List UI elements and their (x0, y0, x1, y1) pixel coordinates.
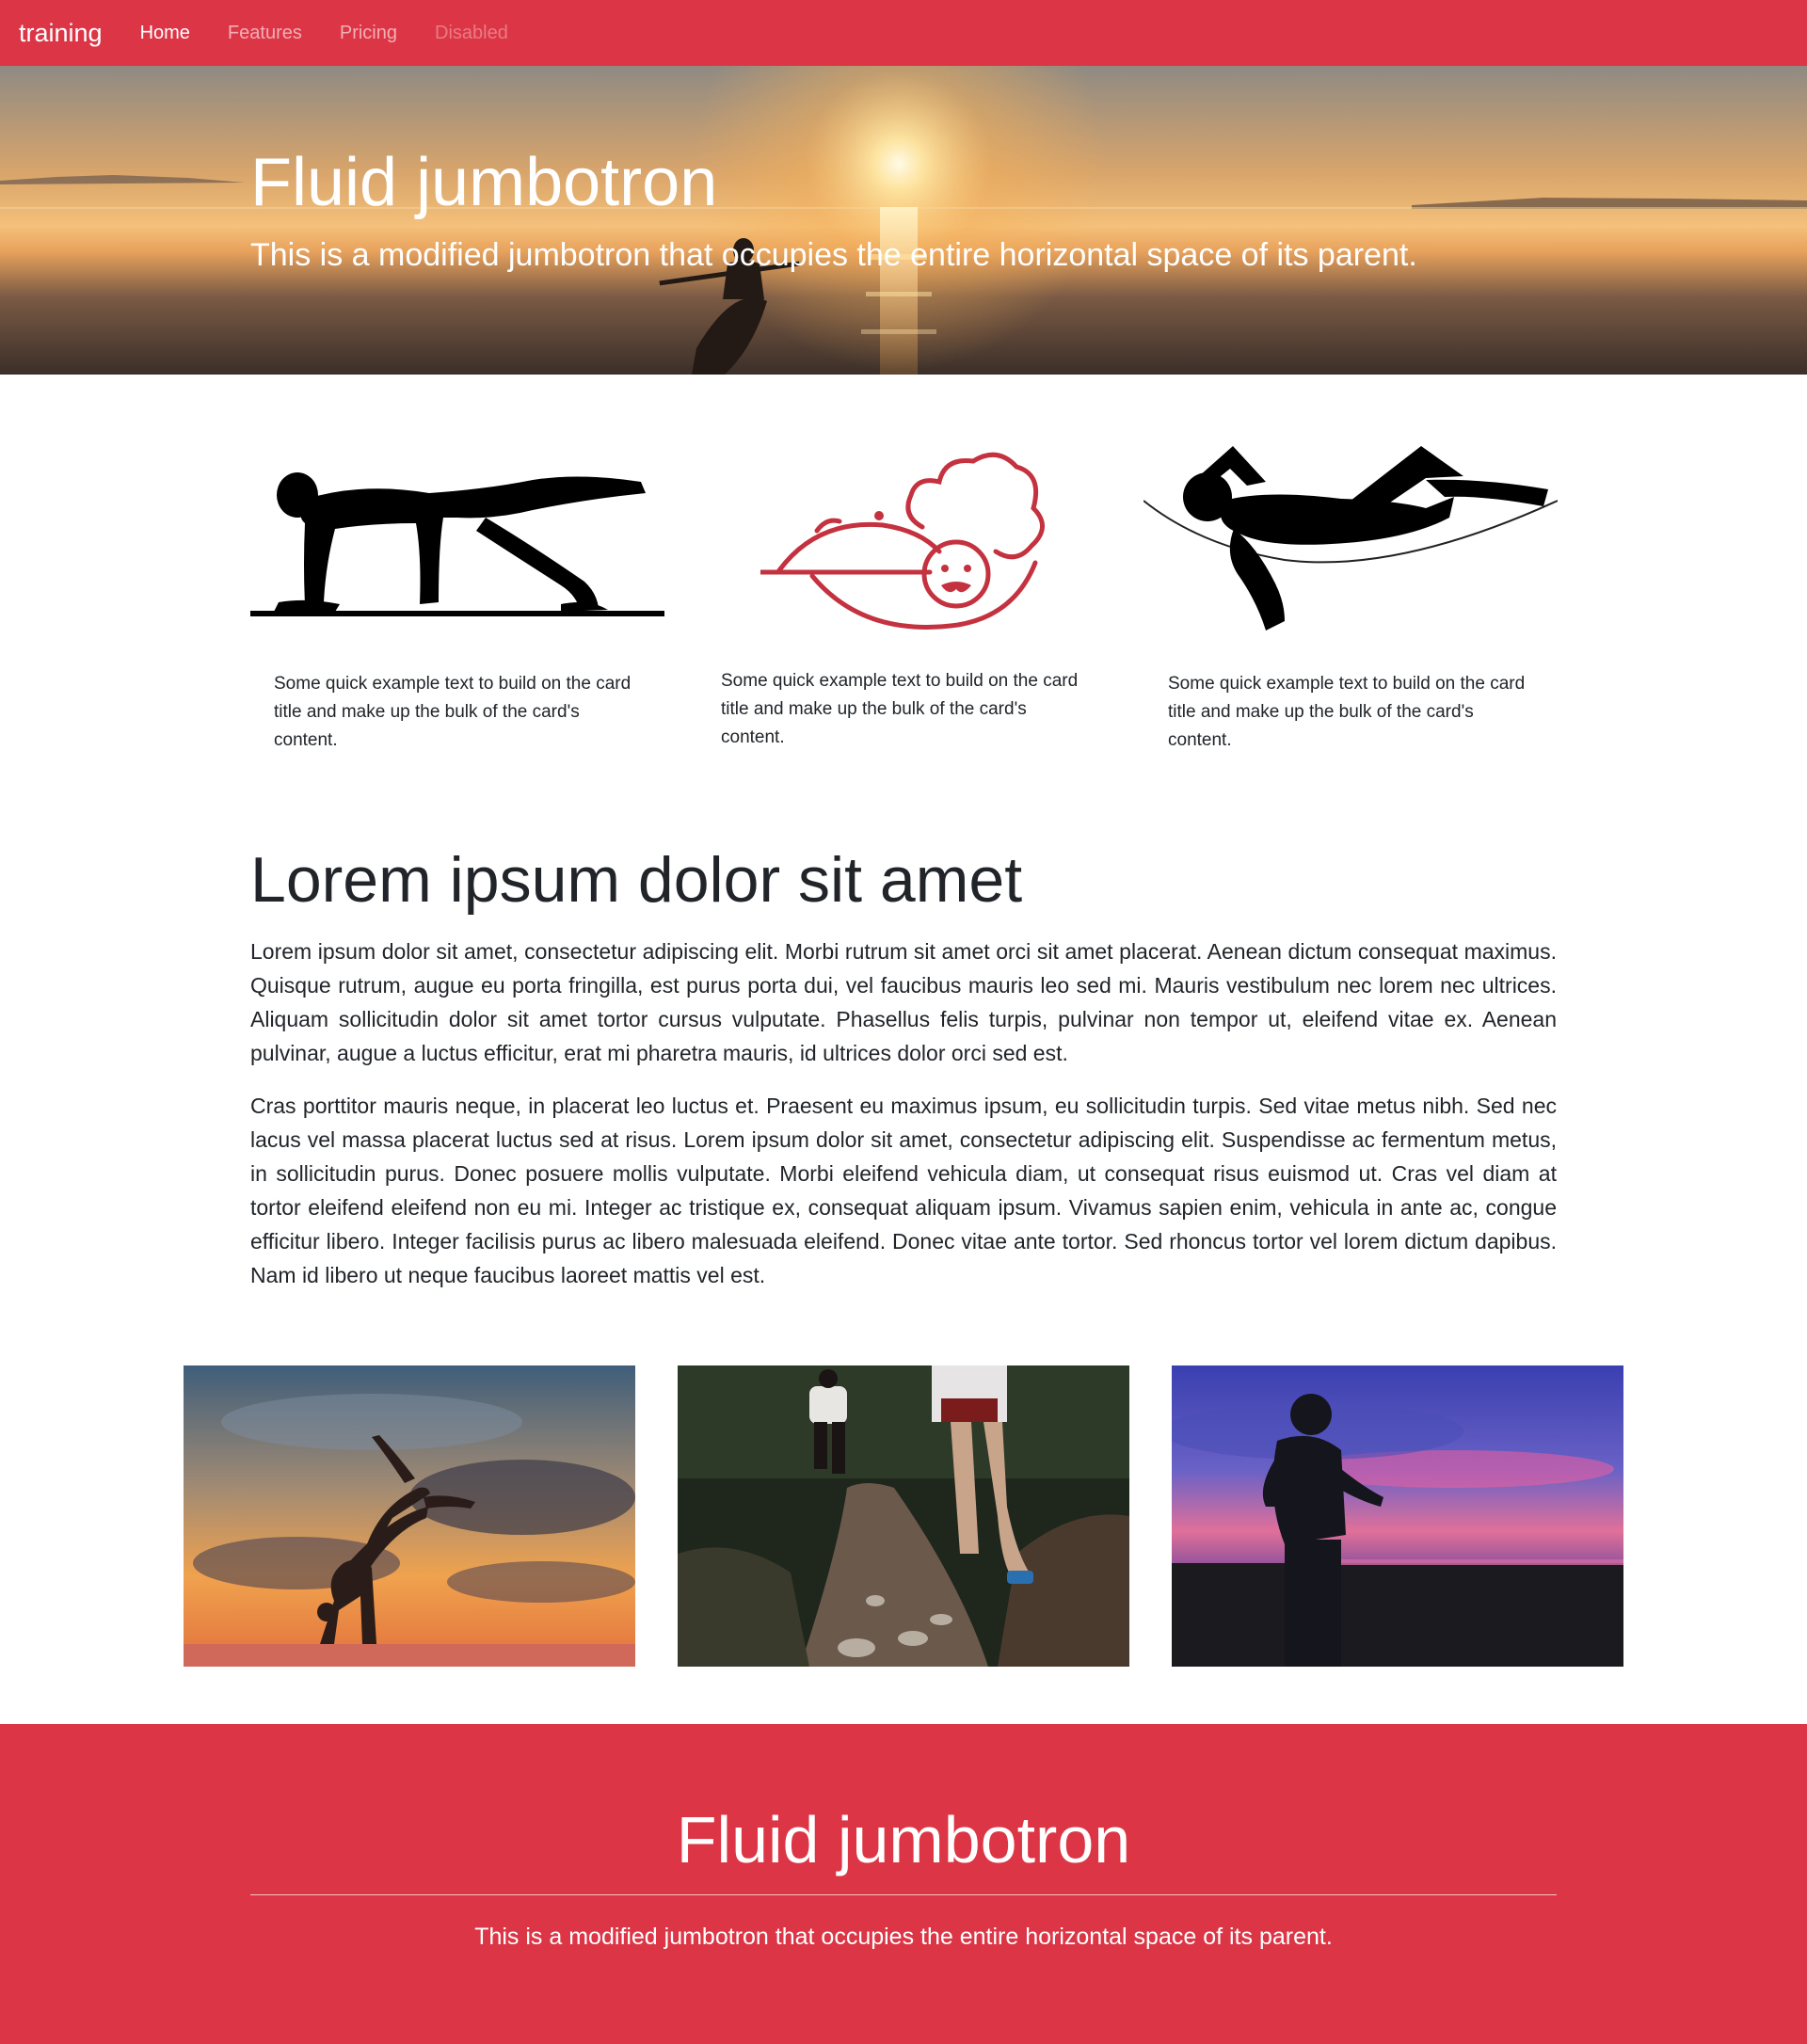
hero-lead: This is a modified jumbotron that occupi… (250, 237, 1417, 273)
plank-exercise-icon (250, 472, 664, 616)
footer-title: Fluid jumbotron (676, 1803, 1131, 1876)
article-paragraph-2: Cras porttitor mauris neque, in placerat… (250, 1094, 1557, 1287)
navbar-brand[interactable]: training (19, 19, 103, 48)
navbar: training Home Features Pricing Disabled (0, 0, 1807, 66)
hammock-rest-icon (1143, 446, 1558, 631)
article-paragraph-1: Lorem ipsum dolor sit amet, consectetur … (250, 939, 1557, 1065)
chef-serving-icon (760, 452, 1045, 630)
article-title: Lorem ipsum dolor sit amet (250, 844, 1023, 916)
nav-link-pricing[interactable]: Pricing (340, 23, 397, 44)
card-3-text: Some quick example text to build on the … (1168, 674, 1526, 750)
yoga-handstand-photo (184, 1365, 635, 1667)
sunset-runner-photo (1172, 1365, 1623, 1667)
footer-lead: This is a modified jumbotron that occupi… (474, 1924, 1333, 1950)
footer-jumbotron: Fluid jumbotron This is a modified jumbo… (0, 1724, 1807, 2044)
trail-runners-photo (678, 1365, 1129, 1667)
card-2-text: Some quick example text to build on the … (721, 671, 1079, 747)
footer-divider (250, 1894, 1557, 1895)
card-1-text: Some quick example text to build on the … (274, 674, 632, 750)
sunset-kayak-background (0, 66, 1807, 375)
hero-title: Fluid jumbotron (250, 145, 718, 220)
nav-link-home[interactable]: Home (140, 23, 190, 44)
nav-link-features[interactable]: Features (228, 23, 302, 44)
nav-link-disabled: Disabled (435, 22, 508, 43)
hero-jumbotron: Fluid jumbotron This is a modified jumbo… (0, 66, 1807, 375)
